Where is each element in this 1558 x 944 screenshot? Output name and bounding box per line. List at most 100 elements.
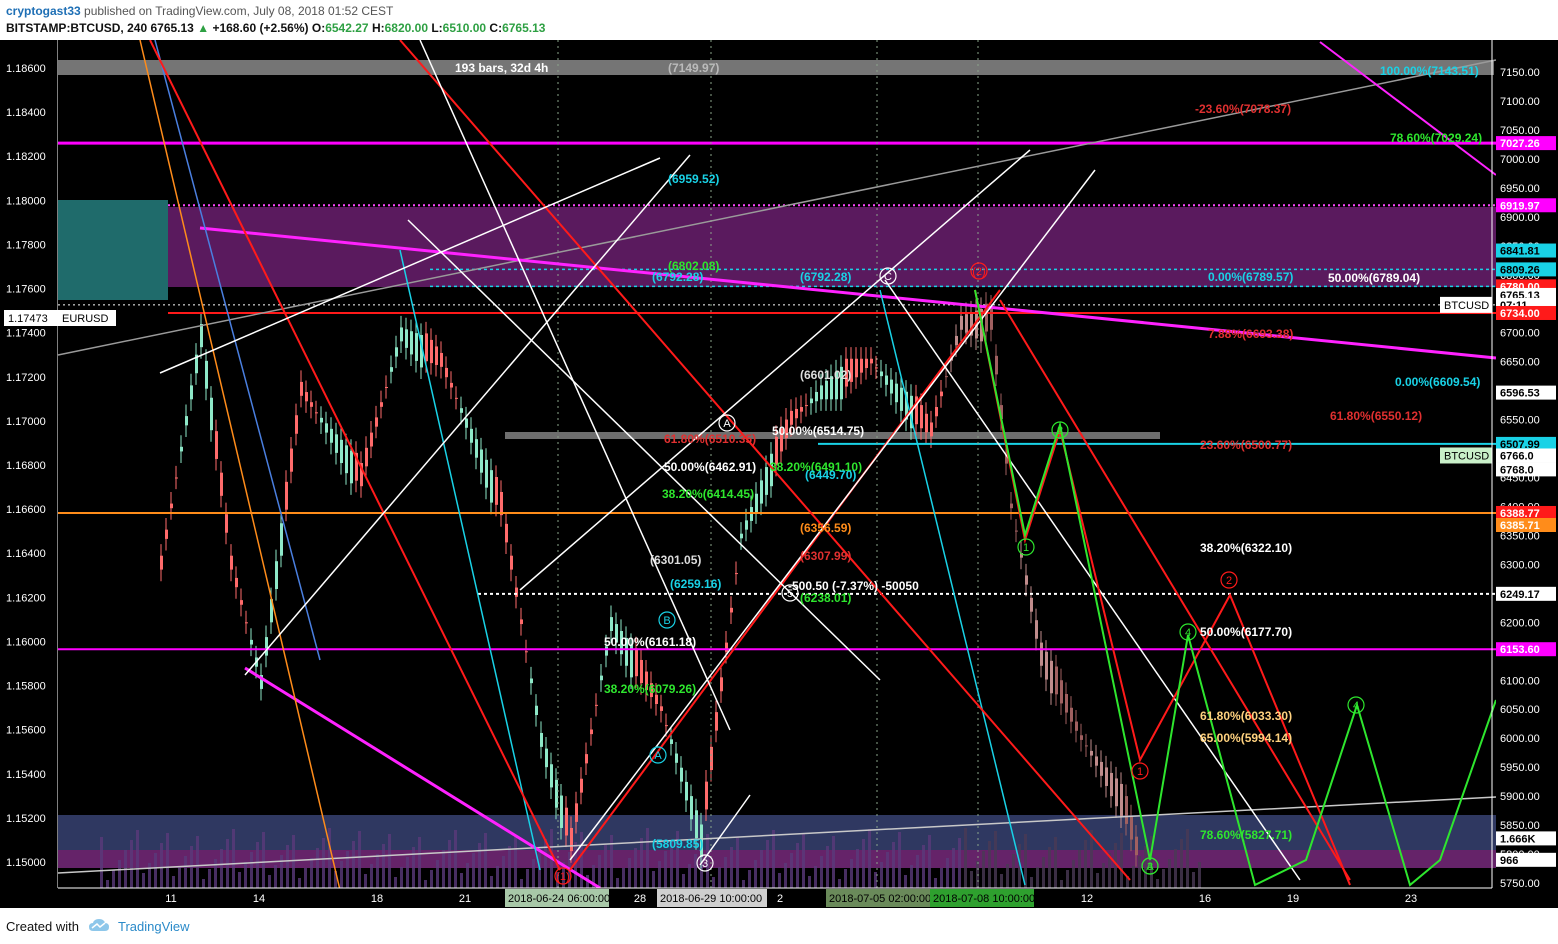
price-tag-label: 966 — [1500, 855, 1518, 867]
volume-bar — [184, 856, 187, 888]
created-with-label: Created with — [6, 919, 79, 934]
author-link[interactable]: cryptogast33 — [6, 4, 81, 18]
price-tick-label: 6100.00 — [1500, 675, 1540, 687]
price-tick-label: 6650.00 — [1500, 357, 1540, 369]
candle-body — [395, 347, 398, 357]
wave-label: A — [723, 418, 731, 430]
volume-bar — [532, 859, 535, 888]
volume-bar — [688, 864, 691, 888]
volume-bar — [904, 875, 907, 888]
chart-area[interactable]: (7149.97) 100.00%(7143.51) -23.60%(7078.37… — [0, 39, 1558, 908]
volume-bar — [220, 849, 223, 888]
volume-bar — [1036, 867, 1039, 888]
volume-bar — [958, 838, 961, 888]
eurusd-tick-label: 1.17400 — [6, 328, 46, 340]
price-tag-label: 6249.17 — [1500, 589, 1540, 601]
eurusd-tick-label: 1.17800 — [6, 239, 46, 251]
candle-body — [325, 423, 328, 433]
tradingview-cloud-icon[interactable] — [88, 917, 110, 933]
eurusd-tick-label: 1.15000 — [6, 857, 46, 869]
candle-body — [495, 477, 498, 505]
volume-bar — [136, 830, 139, 888]
fib-label: (6792.28) — [652, 270, 703, 284]
fib-label: 38.20%(6414.45) — [662, 487, 754, 501]
candle-body — [280, 523, 283, 556]
price-tag-label: 6766.0 — [1500, 450, 1534, 462]
tradingview-link[interactable]: TradingView — [118, 919, 190, 934]
volume-bar — [1048, 847, 1051, 888]
candle-body — [1070, 707, 1073, 722]
volume-bar — [622, 868, 625, 888]
candle-body — [250, 639, 253, 645]
volume-bar — [274, 865, 277, 888]
candle-body — [725, 642, 728, 652]
candle-body — [385, 386, 388, 388]
price-tag-label: 1.666K — [1500, 833, 1536, 845]
candle-body — [640, 659, 643, 684]
fib-label: 38.20%(6322.10) — [1200, 541, 1292, 555]
x-tick-label: 23 — [1405, 893, 1417, 905]
wave-label: 4 — [1353, 700, 1359, 712]
volume-bar — [970, 871, 973, 888]
eurusd-tick-label: 1.16600 — [6, 504, 46, 516]
candle-body — [765, 467, 768, 495]
price-tag-label: 6809.26 — [1500, 264, 1540, 276]
open-label: O: — [311, 21, 326, 35]
price-chart[interactable]: (7149.97) 100.00%(7143.51) -23.60%(7078.37… — [0, 39, 1558, 908]
candle-body — [1050, 660, 1053, 694]
candle-body — [400, 327, 403, 342]
volume-bar — [298, 878, 301, 888]
volume-bar — [778, 873, 781, 888]
volume-bar — [748, 870, 751, 888]
candle-body — [530, 678, 533, 684]
candle-body — [865, 358, 868, 369]
symbol-label[interactable]: BITSTAMP:BTCUSD, 240 — [6, 21, 147, 35]
high-value: 6820.00 — [384, 21, 428, 35]
price-tick-label: 7150.00 — [1500, 67, 1540, 79]
eurusd-tag-value: 1.17473 — [8, 313, 48, 325]
volume-bar — [166, 833, 169, 888]
fib-label: (6307.99) — [800, 549, 851, 563]
price-tick-label: 6000.00 — [1500, 733, 1540, 745]
eurusd-tick-label: 1.16000 — [6, 636, 46, 648]
candle-body — [540, 732, 543, 747]
volume-bar — [754, 860, 757, 888]
volume-bar — [268, 875, 271, 888]
candle-body — [525, 651, 528, 653]
red-trend-line-2 — [399, 39, 1131, 881]
low-value: 6510.00 — [442, 21, 487, 35]
candle-body — [300, 381, 303, 396]
wave-label: 4 — [1185, 627, 1191, 639]
wave-label: 1 — [1023, 542, 1029, 554]
candle-body — [275, 561, 278, 590]
candle-body — [225, 514, 228, 533]
candle-body — [1085, 745, 1088, 747]
volume-bar — [664, 851, 667, 888]
volume-bar — [142, 873, 145, 888]
candle-body — [600, 675, 603, 681]
x-tick-label: 28 — [634, 893, 646, 905]
fib-label: (5809.85) — [652, 837, 703, 851]
candle-body — [595, 704, 598, 706]
wave-label: 2 — [1226, 575, 1232, 587]
volume-bar — [262, 832, 265, 888]
x-tick-label: 16 — [1199, 893, 1211, 905]
candle-body — [535, 705, 538, 716]
volume-bar — [922, 845, 925, 888]
candle-body — [575, 803, 578, 822]
volume-bar — [382, 844, 385, 888]
volume-bar — [172, 876, 175, 888]
price-tick-label: 6900.00 — [1500, 212, 1540, 224]
candle-body — [665, 725, 668, 727]
candle-body — [1135, 836, 1138, 856]
candle-body — [745, 520, 748, 530]
candle-body — [1055, 666, 1058, 695]
candle-body — [170, 503, 173, 509]
volume-bar — [214, 859, 217, 888]
volume-bar — [244, 862, 247, 888]
candle-body — [920, 405, 923, 429]
symbol-tag-label: BTCUSD — [1444, 300, 1489, 312]
candle-body — [365, 447, 368, 467]
candle-body — [1095, 756, 1098, 766]
candle-body — [200, 323, 203, 348]
